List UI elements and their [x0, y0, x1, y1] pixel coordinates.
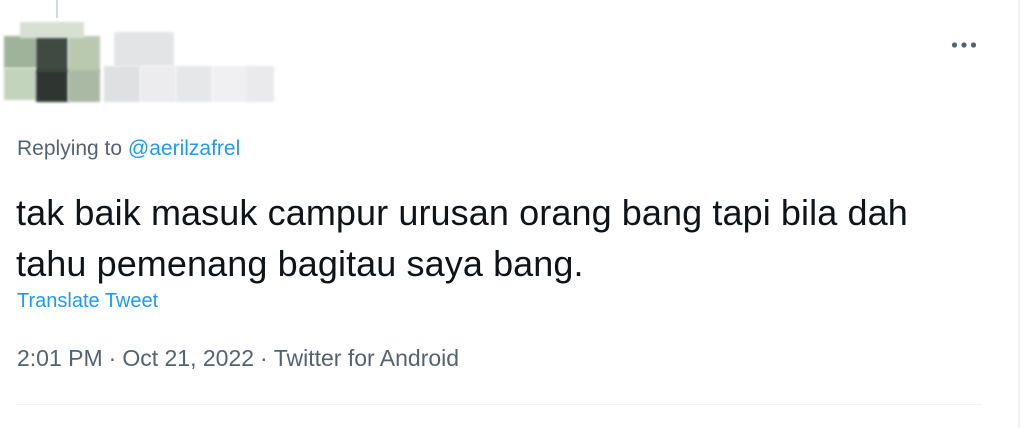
tweet-source: Twitter for Android	[273, 345, 460, 371]
tweet-text: tak baik masuk campur urusan orang bang …	[16, 187, 996, 289]
more-options-button[interactable]	[946, 30, 982, 60]
replying-handle-link[interactable]: @aerilzafrel	[128, 137, 240, 160]
tweet-time-link[interactable]: 2:01 PM	[17, 345, 103, 371]
more-horizontal-icon	[951, 41, 977, 49]
meta-separator: ·	[108, 345, 117, 371]
replying-to-line: Replying to @aerilzafrel	[17, 137, 240, 161]
avatar[interactable]	[0, 8, 110, 108]
author-name-censored[interactable]	[100, 32, 275, 104]
tweet-metadata: 2:01 PM · Oct 21, 2022 · Twitter for Android	[17, 345, 459, 372]
translate-tweet-link[interactable]: Translate Tweet	[17, 290, 158, 313]
replying-prefix: Replying to	[17, 137, 123, 160]
tweet-date-link[interactable]: Oct 21, 2022	[122, 345, 254, 371]
meta-separator: ·	[260, 345, 268, 371]
tweet-detail: Replying to @aerilzafrel tak baik masuk …	[0, 0, 1024, 428]
tweet-text-line: tahu pemenang bagitau saya bang.	[16, 243, 584, 284]
divider	[16, 404, 982, 405]
tweet-text-line: tak baik masuk campur urusan orang bang …	[16, 192, 908, 233]
column-border	[1018, 0, 1020, 428]
